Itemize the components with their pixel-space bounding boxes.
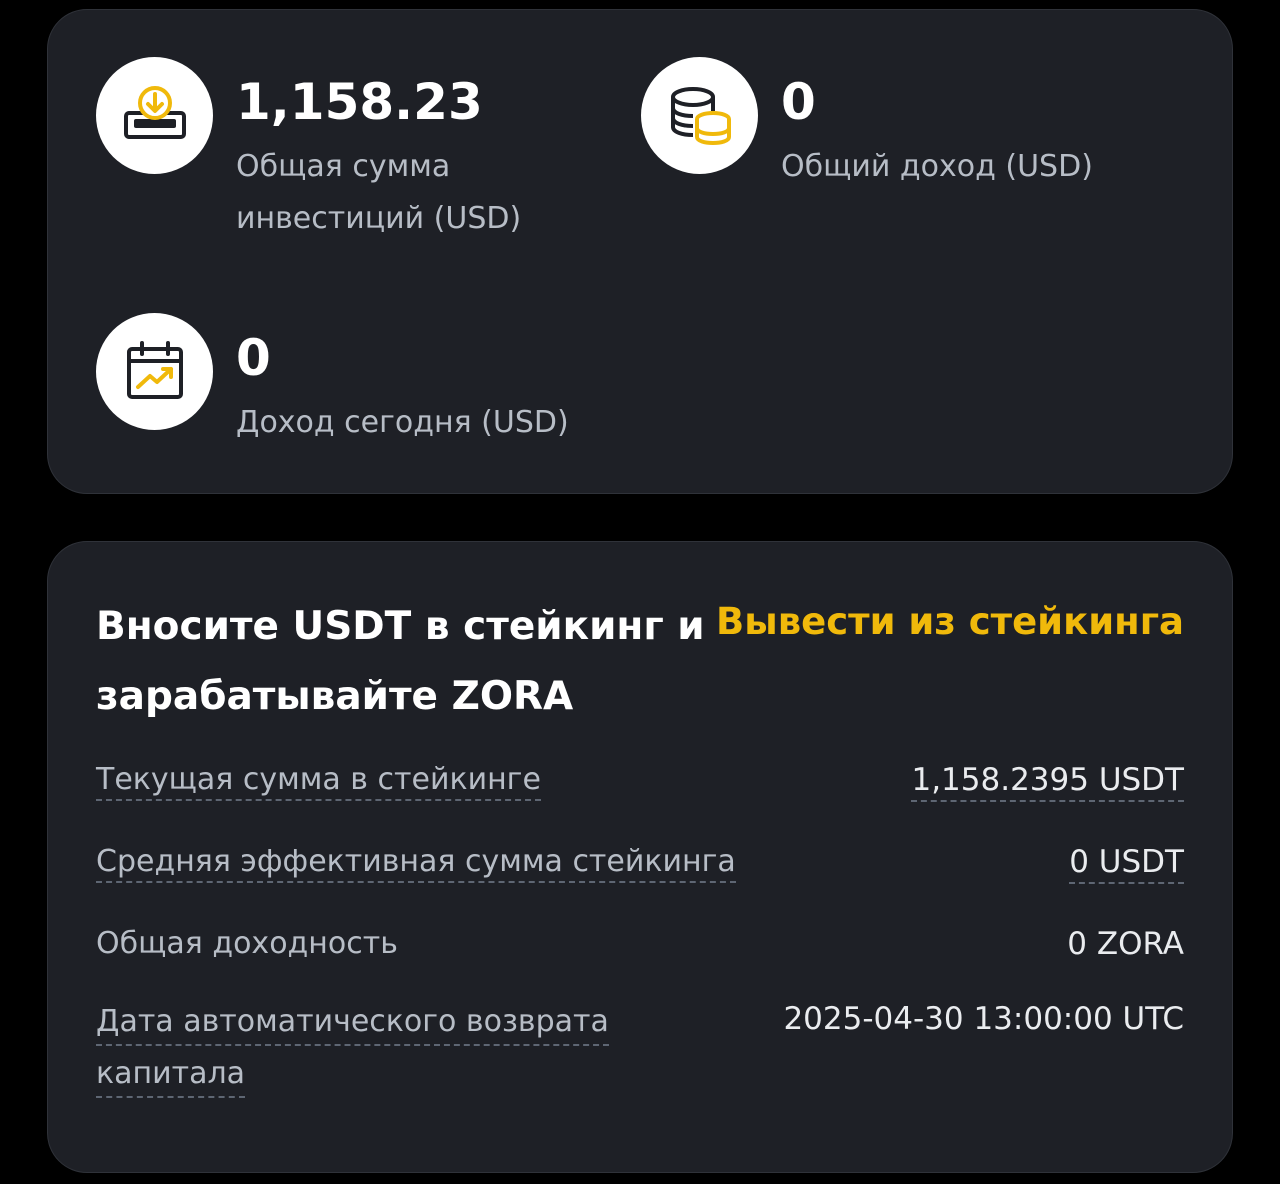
today-income-value: 0 [236,329,271,387]
coins-stack-icon [641,57,758,174]
total-income-label: Общий доход (USD) [781,149,1093,184]
total-yield-label: Общая доходность [96,926,398,961]
auto-return-date-label-line2: капитала [96,1052,246,1098]
calendar-growth-icon [96,313,213,430]
total-invest-value: 1,158.23 [236,73,483,131]
withdraw-staking-link[interactable]: Вывести из стейкинга [716,592,1184,652]
total-income-value: 0 [781,73,816,131]
total-invest-label: Общая сумма [236,149,451,184]
avg-effective-staking-label-text: Средняя эффективная сумма стейкинга [96,844,736,883]
summary-card: 1,158.23 Общая сумма инвестиций (USD) 0 … [47,9,1233,494]
total-yield-value: 0 ZORA [1067,926,1184,962]
today-income-label: Доход сегодня (USD) [236,405,569,440]
auto-return-date-label[interactable]: Дата автоматического возврата капитала [96,996,609,1100]
avg-effective-staking-label[interactable]: Средняя эффективная сумма стейкинга [96,837,736,887]
current-staking-label[interactable]: Текущая сумма в стейкинге [96,755,541,805]
auto-return-date-label-line1: Дата автоматического возврата [96,1000,609,1046]
current-staking-label-text: Текущая сумма в стейкинге [96,762,541,801]
staking-card: Вносите USDT в стейкинг и зарабатывайте … [47,541,1233,1173]
current-staking-value-text: 1,158.2395 USDT [911,762,1184,802]
avg-effective-staking-value[interactable]: 0 USDT [1069,837,1184,887]
staking-title: Вносите USDT в стейкинг и зарабатывайте … [96,604,705,719]
avg-effective-staking-value-text: 0 USDT [1069,844,1184,884]
download-tray-icon [96,57,213,174]
current-staking-value[interactable]: 1,158.2395 USDT [911,755,1184,805]
auto-return-date-value: 2025-04-30 13:00:00 UTC [783,1001,1184,1037]
total-invest-label-2: инвестиций (USD) [236,201,522,236]
